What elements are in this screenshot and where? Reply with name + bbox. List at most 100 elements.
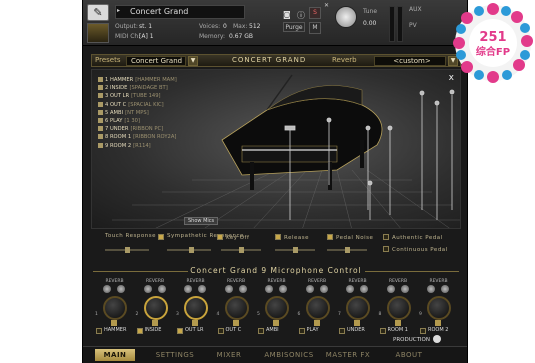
mic-list-item[interactable]: 2 INSIDE [SPAIDAGE BT]: [98, 84, 177, 92]
mic-enable-checkbox[interactable]: [177, 328, 183, 334]
mic-checkbox[interactable]: [98, 77, 103, 82]
mic-list-item[interactable]: 3 OUT LR [TUBE 149]: [98, 92, 177, 100]
mic-volume-knob[interactable]: [143, 296, 168, 320]
mic-fader-handle[interactable]: [111, 320, 117, 326]
reverb-send-knob[interactable]: [103, 285, 111, 293]
release-slider[interactable]: [275, 247, 315, 253]
mic-volume-knob[interactable]: [103, 296, 127, 320]
output-value[interactable]: st. 1: [139, 23, 152, 30]
mic-enable-checkbox[interactable]: [258, 328, 264, 334]
mic-fader-handle[interactable]: [435, 320, 441, 326]
mic-checkbox[interactable]: [98, 142, 103, 148]
mic-enable-checkbox[interactable]: [217, 328, 224, 334]
continuous-pedal-checkbox[interactable]: [383, 246, 389, 252]
pan-knob[interactable]: [441, 285, 449, 293]
pan-knob[interactable]: [319, 285, 328, 293]
touch-response-slider[interactable]: [105, 247, 149, 253]
mic-list-item[interactable]: 5 AMBI [NT MPS]: [98, 109, 177, 117]
mic-volume-knob[interactable]: [265, 296, 289, 320]
show-mics-button[interactable]: Show Mics: [184, 217, 219, 225]
reverb-send-knob[interactable]: [346, 285, 354, 293]
mic-fader-handle[interactable]: [394, 320, 401, 326]
tab-about[interactable]: ABOUT: [385, 349, 433, 361]
mic-checkbox[interactable]: [98, 109, 103, 115]
mic-enable-checkbox[interactable]: [420, 328, 426, 334]
reverb-send-knob[interactable]: [427, 285, 435, 293]
mute-button[interactable]: M: [309, 22, 321, 34]
authentic-pedal-checkbox[interactable]: [383, 234, 389, 240]
reverb-send-knob[interactable]: [184, 285, 192, 293]
purge-button[interactable]: Purge: [283, 22, 305, 32]
close-icon[interactable]: ✕: [324, 2, 329, 9]
pan-knob[interactable]: [157, 285, 166, 293]
sympathetic-resonance-slider[interactable]: [167, 247, 211, 253]
tab-mixer[interactable]: MIXER: [209, 349, 249, 361]
aux-label[interactable]: AUX: [409, 6, 422, 13]
sympathetic-resonance-checkbox[interactable]: [158, 234, 164, 240]
mic-volume-knob[interactable]: [224, 296, 249, 320]
mic-fader-handle[interactable]: [232, 320, 239, 326]
mic-enable-checkbox[interactable]: [298, 328, 305, 334]
pan-knob[interactable]: [198, 285, 206, 293]
pedal-noise-checkbox[interactable]: [327, 234, 333, 240]
tab-ambisonics[interactable]: AMBISONICS: [261, 349, 317, 361]
mic-enable-checkbox[interactable]: [96, 328, 102, 334]
preset-dropdown-icon[interactable]: ▼: [188, 56, 198, 66]
wrench-icon[interactable]: ✎: [87, 4, 109, 21]
pv-label[interactable]: PV: [409, 22, 417, 29]
mic-enable-checkbox[interactable]: [379, 328, 386, 334]
mic-list-item[interactable]: 8 ROOM 1 [RIBBON ROY2A]: [98, 133, 177, 141]
mic-fader-handle[interactable]: [151, 320, 158, 326]
mic-checkbox[interactable]: [98, 101, 103, 107]
mic-volume-knob[interactable]: [184, 296, 208, 320]
production-toggle-icon[interactable]: [433, 335, 441, 343]
mic-fader-handle[interactable]: [354, 320, 360, 326]
reverb-send-knob[interactable]: [224, 285, 233, 293]
instrument-name[interactable]: Concert Grand: [115, 5, 245, 19]
mic-volume-knob[interactable]: [427, 296, 451, 320]
reverb-send-knob[interactable]: [265, 285, 273, 293]
reverb-send-knob[interactable]: [386, 285, 395, 293]
pan-knob[interactable]: [117, 285, 125, 293]
solo-button[interactable]: S: [309, 7, 321, 19]
pan-knob[interactable]: [238, 285, 247, 293]
reverb-select[interactable]: <custom>: [374, 56, 446, 66]
reverb-send-knob[interactable]: [305, 285, 314, 293]
mic-list-item[interactable]: 9 ROOM 2 [R114]: [98, 142, 177, 150]
pan-knob[interactable]: [400, 285, 409, 293]
mic-enable-checkbox[interactable]: [339, 328, 345, 334]
mic-checkbox[interactable]: [98, 117, 103, 123]
midi-value[interactable]: [A] 1: [139, 33, 154, 40]
info-icon[interactable]: ⓘ: [297, 10, 305, 21]
tab-main[interactable]: MAIN: [95, 349, 135, 361]
tab-master-fx[interactable]: MASTER FX: [323, 349, 373, 361]
mic-list-item[interactable]: 1 HAMMER [HAMMER MAM]: [98, 76, 177, 84]
pedal-noise-slider[interactable]: [327, 247, 367, 253]
reverb-send-knob[interactable]: [143, 285, 152, 293]
mic-volume-knob[interactable]: [346, 296, 370, 320]
mic-fader-handle[interactable]: [273, 320, 279, 326]
mic-checkbox[interactable]: [98, 85, 103, 91]
mic-checkbox[interactable]: [98, 134, 103, 140]
mic-fader-handle[interactable]: [313, 320, 320, 326]
mic-list-item[interactable]: 7 UNDER [RIBBON PC]: [98, 125, 177, 133]
tune-knob[interactable]: [335, 6, 357, 28]
key-off-checkbox[interactable]: [217, 234, 223, 240]
mic-list-item[interactable]: 6 PLAY [1 30]: [98, 117, 177, 125]
collapse-arrow-icon[interactable]: ▸: [117, 7, 120, 14]
mic-fader-handle[interactable]: [192, 320, 198, 326]
pan-knob[interactable]: [279, 285, 287, 293]
mic-list-item[interactable]: 4 OUT C [SPACIAL KIC]: [98, 101, 177, 109]
camera-icon[interactable]: ◙: [283, 10, 291, 19]
key-off-slider[interactable]: [221, 247, 261, 253]
mic-volume-knob[interactable]: [386, 296, 411, 320]
mic-volume-knob[interactable]: [305, 296, 330, 320]
pan-knob[interactable]: [360, 285, 368, 293]
max-value[interactable]: 512: [249, 23, 260, 30]
preset-select[interactable]: Concert Grand: [126, 56, 186, 66]
mic-checkbox[interactable]: [98, 93, 103, 99]
release-checkbox[interactable]: [275, 234, 281, 240]
tab-settings[interactable]: SETTINGS: [153, 349, 197, 361]
mic-checkbox[interactable]: [98, 126, 103, 132]
mic-enable-checkbox[interactable]: [136, 328, 143, 334]
